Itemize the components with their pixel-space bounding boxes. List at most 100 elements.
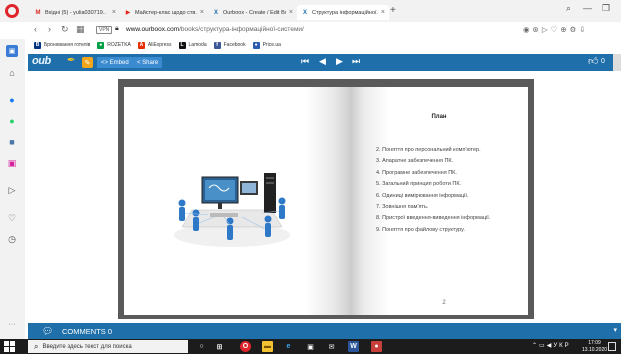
bookmark-label: Lamoda [188,42,207,48]
word-icon[interactable]: W [348,341,359,352]
bookmarks-sidebar-icon[interactable]: ♡ [6,212,18,224]
book-page-left[interactable] [124,87,350,315]
bookmark-item[interactable]: f Facebook [213,41,246,49]
plan-item: 9. Поняття про файлову структуру. [376,226,465,233]
taskbar-search-input[interactable]: ⌕ Введите здесь текст для поиска [28,340,188,353]
cortana-icon[interactable]: ○ [196,341,207,352]
messenger-icon[interactable]: ● [6,94,18,106]
close-tab-icon[interactable]: × [200,9,204,16]
more-icon[interactable]: ··· [6,318,18,330]
whatsapp-icon[interactable]: ● [6,115,18,127]
ourboox-icon: X [213,9,218,16]
book-viewer: План 2. Поняття про персональний комп'ют… [28,71,621,323]
next-page-icon[interactable]: ▶ [336,56,343,67]
prev-page-icon[interactable]: ◀ [319,56,326,67]
new-tab-button[interactable]: + [390,5,396,16]
speed-dial-sidebar-icon[interactable]: ▣ [6,45,18,57]
download-icon[interactable]: ⇩ [579,25,588,34]
tab-title: Вхідні (5) - yulia030719.. [45,9,106,16]
minimize-icon[interactable]: — [583,3,592,13]
close-tab-icon[interactable]: × [289,9,293,16]
bookmark-label: Facebook [223,42,246,48]
opera-taskbar-icon[interactable]: O [240,341,251,352]
bookmark-label: AliExpress [147,42,172,48]
bookmark-item[interactable]: ● Price.ua [252,41,281,49]
search-tabs-icon[interactable]: ⌕ [566,3,571,14]
app-icon[interactable]: ● [371,341,382,352]
shield-icon[interactable]: ⊛ [533,25,542,34]
speed-dial-icon[interactable]: ▦ [76,24,85,35]
forward-icon[interactable]: › [48,24,51,34]
bookmark-item[interactable]: L Lamoda [178,41,207,49]
browser-tab[interactable]: M Вхідні (5) - yulia030719.. × [30,5,120,20]
book-page-right[interactable]: План 2. Поняття про персональний комп'ют… [350,87,528,315]
tray-up-icon[interactable]: ⌃ [532,343,539,349]
store-icon[interactable]: ▣ [305,341,316,352]
bookmark-item[interactable]: B Бронювання готелів [34,41,91,49]
flow-sidebar-icon[interactable]: ▷ [6,184,18,196]
flow-icon[interactable]: ▷ [542,25,551,34]
like-icon[interactable]: 👍︎ [588,55,598,67]
address-actions[interactable]: ◉⊛▷♡⊕⚙⇩ [523,25,589,34]
camera-icon[interactable]: ◉ [523,25,533,34]
settings-icon[interactable]: ⚙ [570,25,580,34]
close-tab-icon[interactable]: × [381,9,385,16]
last-page-icon[interactable]: ⏭ [352,56,360,67]
plan-item: 2. Поняття про персональний комп'ютер. [376,147,481,153]
network-icon[interactable]: ▭ [539,343,547,349]
taskbar-search-placeholder: Введите здесь текст для поиска [42,343,132,350]
system-tray[interactable]: ⌃▭◀УКР [532,342,571,349]
tab-title: Майстер-клас щодо ств.. [135,9,197,16]
page-number: 2 [442,300,446,306]
clock-date: 13.10.2020 [582,346,608,353]
rozetka-icon: ● [97,41,105,49]
chevron-down-icon[interactable]: ▾ [613,326,617,334]
plan-title: План [431,114,447,120]
embed-button[interactable]: <> Embed [97,57,133,68]
tab-title: Ourboox - Create / Edit Bo.. [223,9,286,16]
lamoda-icon: L [178,41,186,49]
plan-item: 3. Апаратне забезпечення ПК. [376,158,454,165]
close-tab-icon[interactable]: × [112,9,116,16]
plan-item: 7. Зовнішня пам'ять. [376,204,429,211]
back-icon[interactable]: ‹ [34,24,37,34]
vpn-badge[interactable]: VPN [96,26,113,34]
comments-label[interactable]: COMMENTS 0 [62,327,112,336]
opera-logo-icon[interactable] [5,4,19,18]
feather-icon: ✒ [67,55,76,66]
home-icon[interactable]: ⌂ [6,67,18,79]
tray-language[interactable]: УКР [553,343,570,349]
reload-icon[interactable]: ↻ [61,24,69,35]
wallet-icon[interactable]: ⊕ [560,25,569,34]
edit-button[interactable]: ✎ [82,57,93,68]
maximize-icon[interactable]: ❐ [602,3,610,14]
bookmark-label: Бронювання готелів [44,42,91,48]
history-icon[interactable]: ◷ [6,233,18,245]
windows-start-icon[interactable] [4,341,15,352]
comments-bar[interactable]: 💬︎ COMMENTS 0 ▾ [28,323,621,339]
aliexpress-icon: A [137,41,145,49]
edge-icon[interactable]: e [283,341,294,352]
notifications-icon[interactable] [608,342,616,351]
address-bar: ‹ › ↻ ▦ VPN 🔒︎ www.ourboox.com/books/стр… [0,22,621,39]
instagram-icon[interactable]: ▣ [6,157,18,169]
browser-tab[interactable]: X Структура інформаційної.. × [297,5,389,20]
bookmark-item[interactable]: ● ROZETKA [97,41,131,49]
browser-tab[interactable]: X Ourboox - Create / Edit Bo.. × [208,5,297,20]
first-page-icon[interactable]: ⏮ [301,56,309,67]
bookmark-item[interactable]: A AliExpress [137,41,172,49]
sidebar: ▣ ⌂ ● ● ■ ▣ ▷ ♡ ◷ ··· [0,39,25,339]
heart-icon[interactable]: ♡ [551,25,561,34]
lock-icon[interactable]: 🔒︎ [115,25,119,33]
task-view-icon[interactable]: ⊞ [214,341,225,352]
gmail-icon: M [35,9,41,16]
browser-tab[interactable]: ▶ Майстер-клас щодо ств.. × [120,5,208,20]
url-field[interactable]: www.ourboox.com/books/структура-інформац… [126,26,304,33]
clock[interactable]: 17:09 13.10.2020 [582,340,607,353]
share-button[interactable]: < Share [133,57,163,68]
url-domain: www.ourboox.com [126,26,180,33]
mail-icon[interactable]: ✉ [326,341,337,352]
vk-icon[interactable]: ■ [6,136,18,148]
file-explorer-icon[interactable]: ▬ [262,341,273,352]
ourboox-logo[interactable]: oub [32,55,51,67]
